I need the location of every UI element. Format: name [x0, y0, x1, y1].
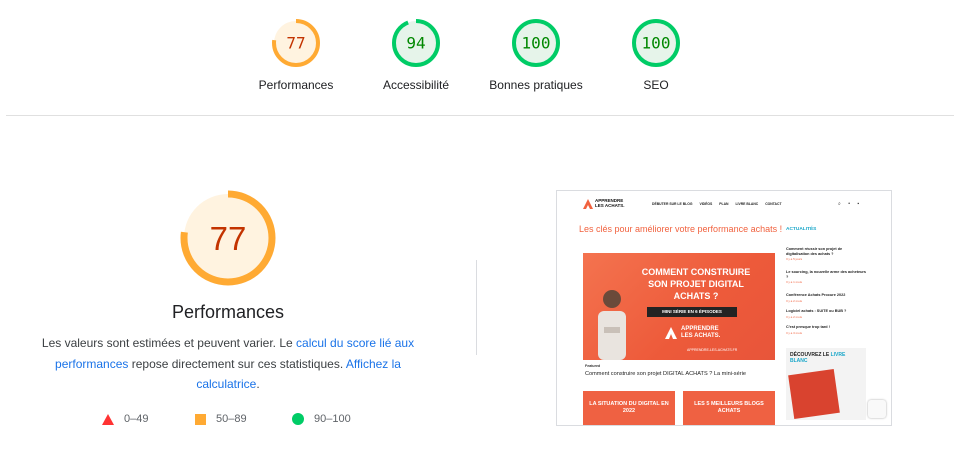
gauge-label: Bonnes pratiques: [489, 78, 583, 92]
post-card-title: LES 5 MEILLEURS BLOGS ACHATS: [694, 401, 764, 414]
legend-item-fail: 0–49: [102, 413, 148, 425]
news-title: Le sourcing, la nouvelle arme des achete…: [786, 270, 866, 279]
green-circle-icon: [292, 413, 304, 425]
gauge-accessibility-ring: 94: [392, 19, 440, 67]
news-date: Il y a 5 jours: [786, 257, 803, 262]
post-card: LES 5 MEILLEURS BLOGS ACHATS: [683, 391, 775, 425]
news-item: Logiciel achats : SUITE ou BUB ? Il y a …: [786, 309, 866, 319]
post-caption: Comment construire son projet DIGITAL AC…: [585, 371, 746, 377]
hero-brand-line: APPRENDRE: [681, 326, 719, 332]
hero-pill: MINI SÉRIE EN 6 ÉPISODES: [647, 307, 737, 317]
promo-accent: BLANC: [790, 358, 808, 364]
gauge-seo[interactable]: 100 SEO: [596, 18, 716, 92]
gauge-label: Accessibilité: [382, 78, 450, 92]
presenter-photo: [598, 290, 626, 360]
sidebar-title: ACTUALITÉS: [786, 227, 817, 232]
hero-site: APPRENDRE-LES-ACHATS.FR: [687, 348, 738, 352]
site-logo-icon: [583, 199, 593, 209]
gauge-accessibility[interactable]: 94 Accessibilité: [356, 18, 476, 92]
gauge-seo-ring: 100: [632, 19, 680, 67]
book-cover-image: [788, 369, 840, 419]
news-date: Il y a 3 mois: [786, 330, 803, 335]
score-legend: 0–49 50–89 90–100: [0, 413, 460, 429]
desc-text: .: [256, 377, 260, 391]
hero-brand: APPRENDRE LES ACHATS.: [681, 326, 720, 340]
performance-gauge-ring: 77: [180, 190, 276, 286]
news-item: C'est presque trop tard ! Il y a 3 mois: [786, 325, 866, 335]
nav-link: CONTACT: [765, 202, 782, 206]
news-item: Comment réussir son projet de digitalisa…: [786, 247, 866, 262]
legend-item-average: 50–89: [195, 413, 247, 425]
gauge-score: 77: [286, 34, 305, 53]
logo-line: LES ACHATS.: [595, 203, 625, 208]
post-category: Featured: [585, 364, 601, 368]
social-icon: •: [848, 201, 850, 207]
news-date: Il y a 2 mois: [786, 314, 803, 319]
desc-text: repose directement sur ces statistiques.: [128, 356, 346, 371]
gauge-score: 100: [642, 34, 671, 53]
news-item: Conférence Achats Procure 2022 Il y a 2 …: [786, 293, 866, 303]
orange-square-icon: [195, 413, 206, 425]
gauge-score: 100: [522, 34, 551, 53]
news-title: C'est presque trop tard !: [786, 325, 830, 329]
gauge-best-practices-ring: 100: [512, 19, 560, 67]
promo-accent: LIVRE: [830, 352, 846, 358]
nav-link: DÉBUTER SUR LE BLOG: [652, 202, 693, 206]
gauge-label: SEO: [643, 78, 669, 92]
hero-title: COMMENT CONSTRUIRE SON PROJET DIGITAL AC…: [641, 267, 751, 301]
site-nav: DÉBUTER SUR LE BLOG VIDÉOS PLAN LIVRE BL…: [652, 202, 788, 206]
performance-title: Performances: [171, 302, 285, 322]
hero-brand-line: LES ACHATS.: [681, 333, 721, 339]
post-card-title: LA SITUATION DU DIGITAL EN 2022: [589, 401, 669, 414]
news-title: Logiciel achats : SUITE ou BUB ?: [786, 309, 847, 313]
performance-description: Les valeurs sont estimées et peuvent var…: [40, 333, 416, 395]
nav-link: LIVRE BLANC: [735, 202, 759, 206]
gauge-performance[interactable]: 77 Performances: [236, 18, 356, 92]
news-title: Comment réussir son projet de digitalisa…: [786, 247, 843, 256]
gauge-best-practices[interactable]: 100 Bonnes pratiques: [476, 18, 596, 92]
performance-big-gauge: 77: [178, 188, 278, 288]
promo-block: DÉCOUVREZ LE LIVRE BLANC: [786, 348, 866, 420]
red-triangle-icon: [102, 413, 114, 425]
performance-score: 77: [210, 220, 247, 257]
nav-link: VIDÉOS: [699, 202, 713, 206]
gauge-performance-ring: 77: [272, 19, 320, 67]
legend-label: 50–89: [216, 413, 247, 425]
section-divider: [6, 115, 954, 116]
legend-label: 0–49: [124, 413, 149, 425]
page-screenshot: APPRENDRE LES ACHATS. DÉBUTER SUR LE BLO…: [556, 190, 892, 426]
desc-text: Les valeurs sont estimées et peuvent var…: [41, 336, 297, 350]
legend-label: 90–100: [314, 413, 351, 425]
site-header: APPRENDRE LES ACHATS. DÉBUTER SUR LE BLO…: [557, 191, 891, 217]
site-nav-icons: ⌕ • ▪: [838, 201, 859, 207]
nav-link: PLAN: [719, 202, 729, 206]
news-date: Il y a 1 mois: [786, 280, 803, 285]
social-icon: ▪: [857, 201, 860, 207]
news-title: Conférence Achats Procure 2022: [786, 293, 846, 297]
gauge-score: 94: [406, 34, 425, 53]
category-gauges: 77 Performances 94 Accessibilité 100 Bon…: [0, 0, 954, 116]
site-headline: Les clés pour améliorer votre performanc…: [579, 224, 783, 234]
hero-image: COMMENT CONSTRUIRE SON PROJET DIGITAL AC…: [583, 253, 775, 360]
news-date: Il y a 2 mois: [786, 298, 803, 303]
legend-item-pass: 90–100: [292, 413, 351, 425]
site-logo-text: APPRENDRE LES ACHATS.: [595, 198, 625, 208]
gauge-label: Performances: [258, 78, 334, 92]
search-icon: ⌕: [838, 201, 841, 207]
promo-title: DÉCOUVREZ LE LIVRE BLANC: [790, 352, 845, 364]
hero-logo-icon: [665, 327, 677, 339]
recaptcha-icon: [868, 400, 886, 418]
news-item: Le sourcing, la nouvelle arme des achete…: [786, 270, 866, 285]
post-card: LA SITUATION DU DIGITAL EN 2022: [583, 391, 675, 425]
vertical-separator: [476, 260, 477, 355]
